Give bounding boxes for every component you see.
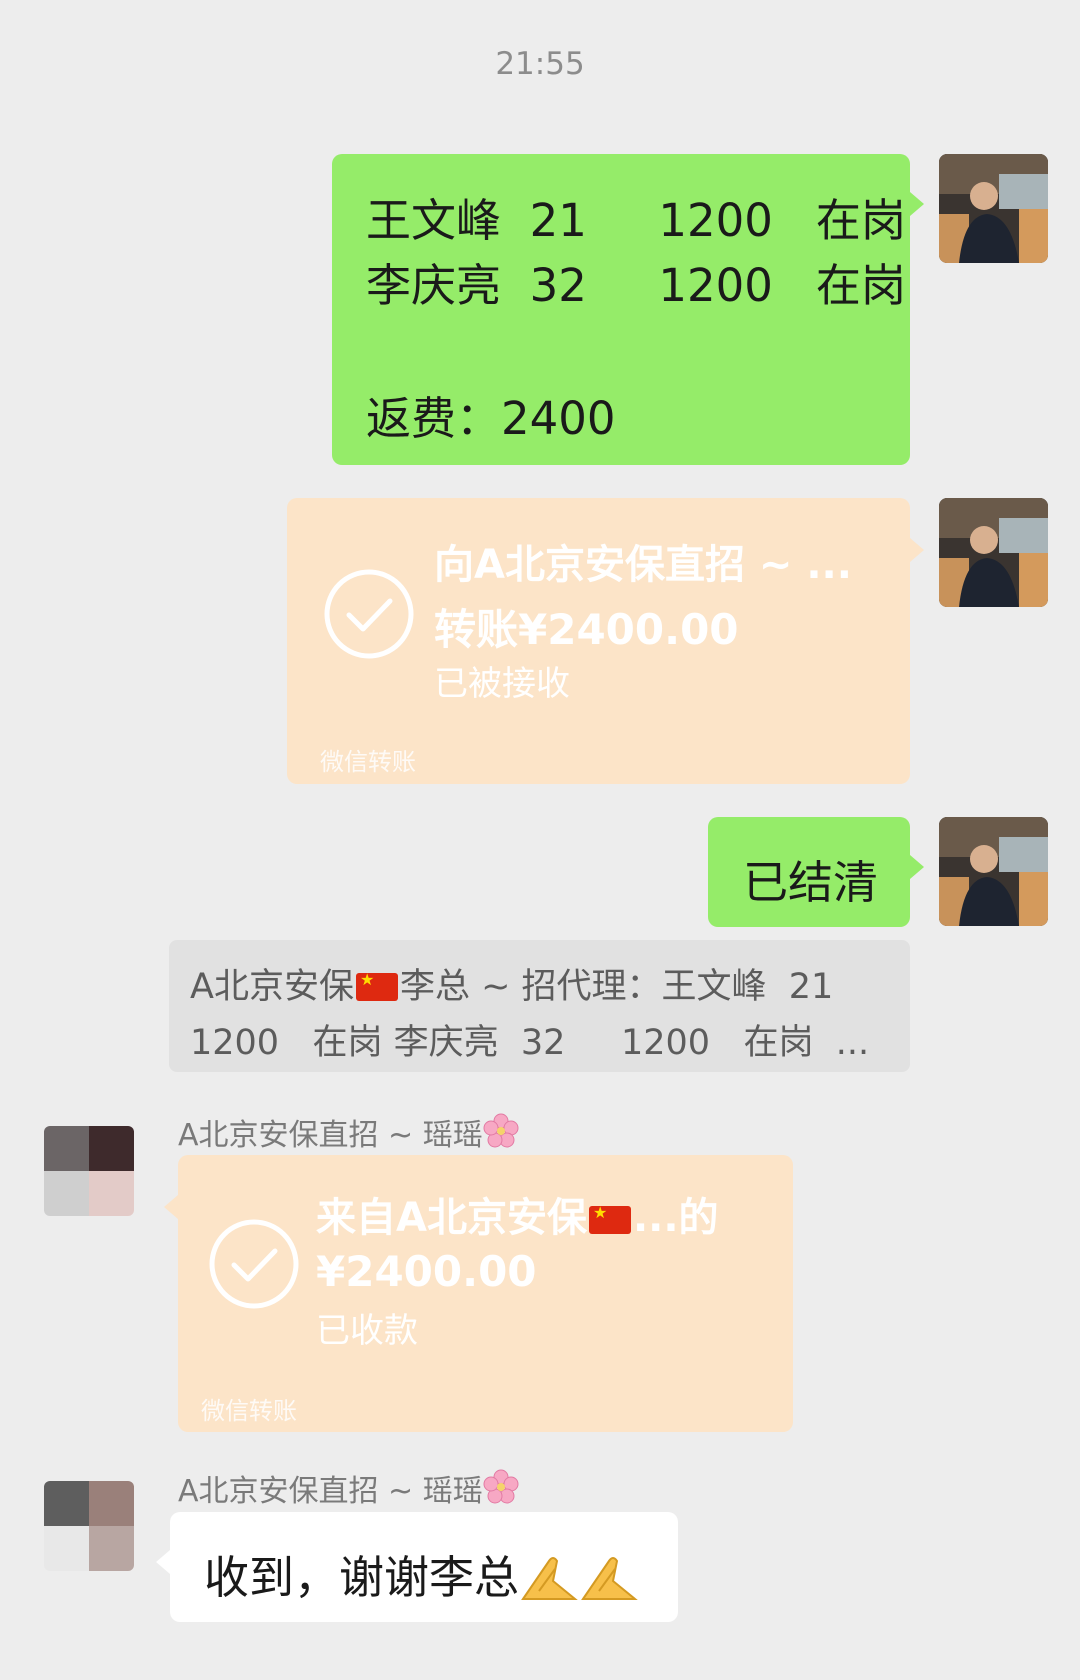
message-text: 已结清 (743, 856, 879, 909)
transfer-footer: 微信转账 (201, 1397, 297, 1425)
quote-line: A北京安保 李总 ~ 招代理：王文峰 21 (190, 958, 833, 1009)
self-avatar[interactable] (939, 498, 1048, 607)
contact-avatar[interactable] (44, 1481, 134, 1571)
cherry-blossom-icon (483, 1113, 519, 1157)
avatar-photo-icon (939, 817, 1048, 926)
transfer-card-received[interactable]: 来自A北京安保 ...的 ¥2400.00 已收款 微信转账 (164, 1155, 793, 1432)
message-text: 收到，谢谢李总 (204, 1541, 639, 1614)
avatar-photo-icon (939, 154, 1048, 263)
quote-line: 1200 在岗 李庆亮 32 1200 在岗 ... (190, 1023, 870, 1063)
folded-hands-icon (579, 1551, 639, 1614)
quoted-message[interactable]: A北京安保 李总 ~ 招代理：王文峰 21 1200 在岗 李庆亮 32 1200… (169, 940, 910, 1072)
sender-name-text: A北京安保直招 ~ 瑶瑶 (178, 1118, 483, 1153)
cherry-blossom-icon (483, 1469, 519, 1513)
transfer-title: 向A北京安保直招 ~ ... (434, 542, 852, 588)
transfer-title: 来自A北京安保 ...的 (316, 1185, 719, 1243)
contact-avatar[interactable] (44, 1126, 134, 1216)
transfer-amount: 转账¥2400.00 (434, 605, 739, 654)
transfer-card-sent[interactable]: 向A北京安保直招 ~ ... 转账¥2400.00 已被接收 微信转账 (287, 498, 924, 784)
transfer-title-suffix: ...的 (632, 1195, 719, 1241)
message-text-body: 收到，谢谢李总 (204, 1551, 520, 1604)
outgoing-message-bubble[interactable]: 王文峰 21 1200 在岗 李庆亮 32 1200 在岗 返费：2400 (332, 154, 924, 465)
folded-hands-icon (519, 1551, 579, 1614)
incoming-message-bubble[interactable]: 收到，谢谢李总 (156, 1512, 678, 1622)
china-flag-icon (355, 970, 398, 1001)
self-avatar[interactable] (939, 817, 1048, 926)
check-circle-icon (208, 1218, 300, 1314)
sender-name-text: A北京安保直招 ~ 瑶瑶 (178, 1474, 483, 1509)
transfer-status: 已被接收 (434, 664, 570, 704)
message-line: 返费：2400 (366, 392, 616, 445)
avatar-blurred-icon (44, 1126, 134, 1216)
quote-sender: A北京安保 (190, 967, 354, 1007)
china-flag-icon (588, 1203, 631, 1234)
outgoing-message-bubble[interactable]: 已结清 (708, 817, 924, 927)
message-timestamp: 21:55 (495, 46, 585, 82)
transfer-status: 已收款 (316, 1311, 418, 1351)
message-line: 李庆亮 32 1200 在岗 (366, 259, 906, 312)
avatar-blurred-icon (44, 1481, 134, 1571)
self-avatar[interactable] (939, 154, 1048, 263)
transfer-title-text: 来自A北京安保 (316, 1195, 587, 1241)
avatar-photo-icon (939, 498, 1048, 607)
quote-text: 李总 ~ 招代理：王文峰 21 (399, 967, 834, 1007)
sender-name: A北京安保直招 ~ 瑶瑶 (178, 1110, 519, 1157)
sender-name: A北京安保直招 ~ 瑶瑶 (178, 1466, 519, 1513)
transfer-footer: 微信转账 (320, 748, 416, 776)
check-circle-icon (323, 568, 415, 664)
message-line: 王文峰 21 1200 在岗 (366, 194, 906, 247)
transfer-amount: ¥2400.00 (316, 1247, 537, 1296)
